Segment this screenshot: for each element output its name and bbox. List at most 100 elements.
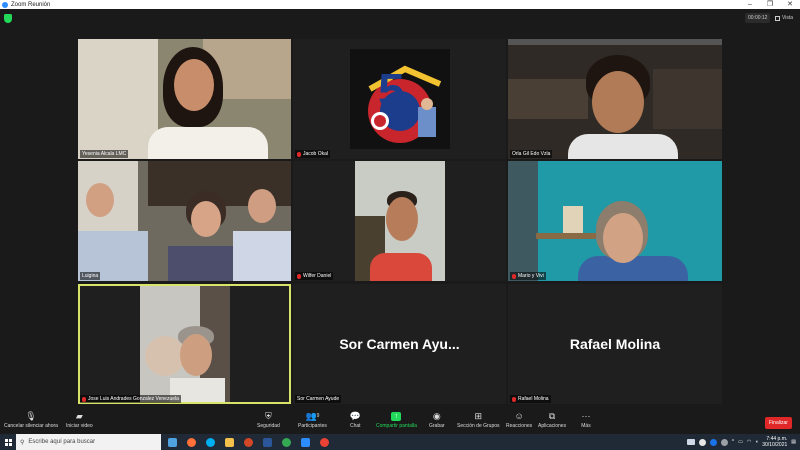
participant-label: Rafael Molina: [510, 395, 551, 403]
share-screen-button[interactable]: ↑ Compartir pantalla: [376, 412, 417, 429]
taskbar-apps: [165, 435, 332, 449]
windows-taskbar: ⚲ Escribe aquí para buscar ^ ▭ ◠ ◖ 7:44 …: [0, 434, 800, 450]
more-button[interactable]: ··· Más: [581, 411, 591, 430]
microphone-icon: 🎙: [25, 411, 37, 421]
view-label: Vista: [782, 15, 794, 21]
search-placeholder: Escribe aquí para buscar: [28, 439, 96, 445]
muted-mic-icon: [512, 273, 516, 279]
participant-label: Wilfer Daniel: [295, 272, 334, 280]
tray-app-circle-icon[interactable]: [698, 438, 706, 446]
video-tile-active-speaker[interactable]: Jose Luis Andrades Gonzalez Venezuela: [78, 284, 291, 404]
minimize-button[interactable]: –: [740, 0, 760, 9]
video-tile[interactable]: 5 Jacob Okal: [293, 39, 506, 159]
clock-date: 30/10/2021: [762, 442, 788, 448]
chrome-alt-icon[interactable]: [317, 435, 332, 449]
windows-logo-icon: [4, 438, 12, 446]
more-dots-icon: ···: [581, 411, 591, 421]
word-icon[interactable]: [260, 435, 275, 449]
record-button[interactable]: ◉ Grabar: [429, 411, 445, 430]
volume-icon[interactable]: ◖: [755, 439, 758, 445]
participants-count: 9: [316, 413, 320, 419]
record-icon: ◉: [432, 411, 441, 421]
notifications-icon[interactable]: ▤: [791, 439, 796, 445]
chrome-icon[interactable]: [279, 435, 294, 449]
window-title: Zoom Reunión: [11, 1, 51, 8]
wifi-icon[interactable]: ◠: [747, 439, 751, 445]
participant-display-name: Sor Carmen Ayu...: [339, 336, 460, 352]
participant-name: Jose Luis Andrades Gonzalez Venezuela: [88, 396, 179, 402]
participant-name: Yesenia Alcala LMC: [82, 151, 127, 157]
system-tray: ^ ▭ ◠ ◖ 7:44 p.m. 30/10/2021 ▤: [686, 434, 796, 450]
skype-icon[interactable]: [203, 435, 218, 449]
reactions-button[interactable]: ☺ Reacciones: [506, 412, 533, 430]
chat-label: Chat: [350, 423, 361, 429]
participants-icon: 👥 9: [305, 411, 320, 421]
video-tile[interactable]: Wilfer Daniel: [293, 161, 506, 281]
participant-name: Luigina: [82, 273, 99, 279]
participants-label: Participantes: [298, 423, 327, 429]
view-button[interactable]: Vista: [772, 13, 796, 23]
participants-button[interactable]: 👥 9 Participantes: [298, 411, 327, 430]
record-label: Grabar: [429, 423, 445, 429]
meeting-timer: 00:00:12: [745, 13, 771, 23]
muted-mic-icon: [297, 151, 301, 157]
end-meeting-button[interactable]: Finalizar: [765, 417, 792, 429]
powerpoint-icon[interactable]: [241, 435, 256, 449]
battery-icon[interactable]: ▭: [738, 439, 743, 445]
reactions-label: Reacciones: [506, 423, 533, 429]
unmute-label: Cancelar silenciar ahora: [4, 423, 58, 429]
muted-mic-icon: [297, 273, 301, 279]
breakout-rooms-label: Sección de Grupos: [457, 423, 500, 429]
tray-blue-icon[interactable]: [709, 438, 717, 446]
encryption-shield-icon[interactable]: [4, 14, 12, 23]
security-button[interactable]: ⛨ Seguridad: [257, 411, 280, 430]
start-video-label: Iniciar video: [66, 423, 93, 429]
participant-display-name: Rafael Molina: [569, 336, 661, 352]
task-view-icon[interactable]: [165, 435, 180, 449]
breakout-rooms-icon: ⊞: [474, 411, 483, 421]
zoom-logo-icon: [2, 1, 8, 8]
name-tile[interactable]: Sor Carmen Ayu... Sor Carmen Ayude: [293, 284, 506, 404]
video-camera-off-icon: ▰: [75, 411, 83, 421]
breakout-rooms-button[interactable]: ⊞ Sección de Grupos: [457, 411, 500, 430]
share-screen-label: Compartir pantalla: [376, 423, 417, 429]
firefox-icon[interactable]: [184, 435, 199, 449]
grid-view-icon: [775, 15, 780, 21]
video-tile[interactable]: Yesenia Alcala LMC: [78, 39, 291, 159]
participant-name: Mario y Vivi: [518, 273, 544, 279]
meeting-area: 00:00:12 Vista Yesenia Alcala LMC 5 Jaco…: [0, 9, 800, 409]
video-tile[interactable]: Mario y Vivi: [508, 161, 722, 281]
participant-name: Rafael Molina: [518, 396, 549, 402]
participant-name: Wilfer Daniel: [303, 273, 332, 279]
maximize-button[interactable]: ❐: [760, 0, 780, 9]
participant-name: Orla Gil Edo Vzla: [512, 151, 551, 157]
participant-name: Sor Carmen Ayude: [297, 396, 340, 402]
chat-bubble-icon: 💬: [349, 411, 361, 421]
apps-button[interactable]: ⧉ Aplicaciones: [538, 412, 567, 430]
participant-label: Luigina: [80, 272, 101, 280]
participant-label: Orla Gil Edo Vzla: [510, 150, 553, 158]
zoom-app-icon[interactable]: [298, 435, 313, 449]
shield-icon: ⛨: [265, 411, 272, 421]
taskbar-search-box[interactable]: ⚲ Escribe aquí para buscar: [16, 434, 161, 450]
video-tile[interactable]: Luigina: [78, 161, 291, 281]
participant-label: Mario y Vivi: [510, 272, 546, 280]
tray-gray-icon[interactable]: [720, 438, 728, 446]
window-controls: – ❐ ✕: [740, 0, 800, 9]
apps-label: Aplicaciones: [538, 423, 567, 429]
unmute-button[interactable]: 🎙 Cancelar silenciar ahora: [4, 411, 58, 430]
chat-button[interactable]: 💬 Chat: [349, 411, 361, 430]
participant-name: Jacob Okal: [303, 151, 329, 157]
name-tile[interactable]: Rafael Molina Rafael Molina: [508, 284, 722, 404]
video-tile[interactable]: Orla Gil Edo Vzla: [508, 39, 722, 159]
close-button[interactable]: ✕: [780, 0, 800, 9]
participant-label: Sor Carmen Ayude: [295, 395, 342, 403]
taskbar-clock[interactable]: 7:44 p.m. 30/10/2021: [762, 436, 787, 448]
tray-overflow-arrow-icon[interactable]: ^: [732, 439, 734, 445]
file-explorer-icon[interactable]: [222, 435, 237, 449]
tray-apps-icon[interactable]: [686, 439, 695, 445]
start-video-button[interactable]: ▰ Iniciar video: [66, 411, 93, 430]
muted-mic-icon: [512, 396, 516, 402]
windows-start-button[interactable]: [0, 434, 16, 450]
participant-label: Jacob Okal: [295, 150, 331, 158]
